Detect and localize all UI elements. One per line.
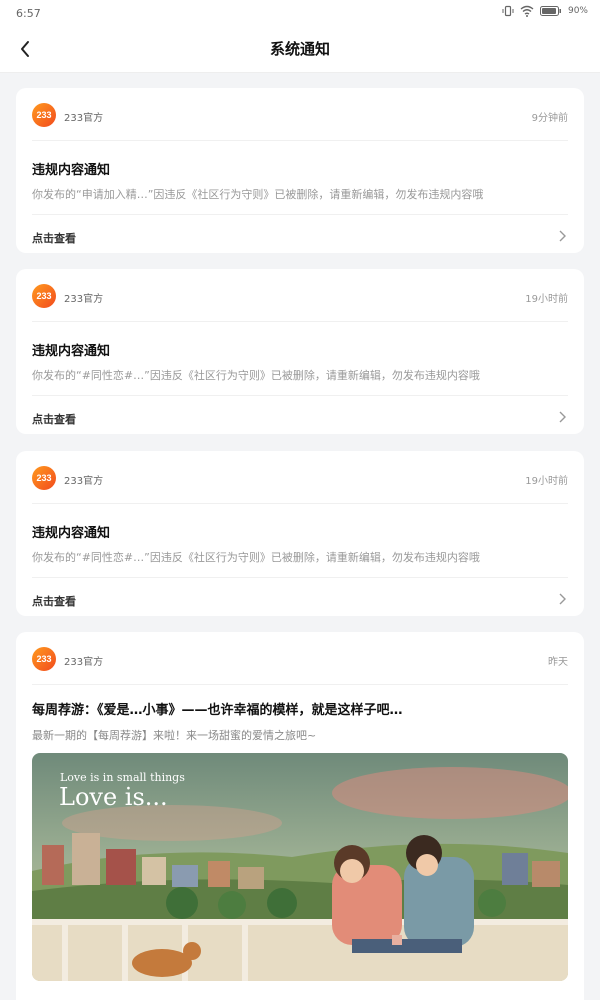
brand-logo: 233	[32, 103, 56, 127]
view-details-label: 点击查看	[32, 595, 76, 608]
notification-body: 你发布的“#同性恋#…”因违反《社区行为守则》已被删除，请重新编辑，勿发布违规内…	[32, 551, 480, 564]
sender-name: 233官方	[64, 657, 104, 668]
sender-name: 233官方	[64, 294, 104, 305]
notification-body: 你发布的“申请加入精…”因违反《社区行为守则》已被删除，请重新编辑，勿发布违规内…	[32, 188, 484, 201]
sender-name: 233官方	[64, 113, 104, 124]
article-title: 每周荐游：《爱是…小事》——也许幸福的模样，就是这样子吧…	[32, 703, 403, 718]
brand-logo: 233	[32, 466, 56, 490]
card-header: 233 233官方 9分钟前	[32, 88, 568, 141]
notification-card: 233 233官方 19小时前 违规内容通知 你发布的“#同性恋#…”因违反《社…	[16, 451, 584, 616]
timestamp: 19小时前	[525, 294, 568, 305]
timestamp: 9分钟前	[531, 113, 568, 124]
timestamp: 19小时前	[525, 476, 568, 487]
wifi-icon	[520, 5, 534, 17]
article-cover-image[interactable]: Love is in small things Love is...	[32, 753, 568, 981]
status-bar: 6:57 90%	[0, 0, 600, 26]
chevron-right-icon	[559, 411, 566, 423]
battery-icon	[539, 5, 562, 17]
notification-card: 233 233官方 19小时前 违规内容通知 你发布的“#同性恋#…”因违反《社…	[16, 269, 584, 434]
battery-level: 90%	[567, 6, 588, 16]
view-details-button[interactable]: 点击查看	[32, 577, 568, 620]
notification-card: 233 233官方 9分钟前 违规内容通知 你发布的“申请加入精…”因违反《社区…	[16, 88, 584, 253]
brand-logo: 233	[32, 284, 56, 308]
status-icons: 90%	[502, 5, 588, 17]
vibrate-icon	[502, 5, 514, 17]
timestamp: 昨天	[548, 657, 568, 668]
notification-body: 你发布的“#同性恋#…”因违反《社区行为守则》已被删除，请重新编辑，勿发布违规内…	[32, 369, 480, 382]
nav-header: 系统通知	[0, 26, 600, 73]
brand-logo: 233	[32, 647, 56, 671]
view-details-button[interactable]: 点击查看	[32, 214, 568, 257]
status-time: 6:57	[16, 7, 41, 20]
page-title: 系统通知	[269, 40, 330, 58]
notification-title: 违规内容通知	[32, 526, 111, 541]
card-header: 233 233官方 19小时前	[32, 451, 568, 504]
chevron-right-icon	[559, 593, 566, 605]
view-details-label: 点击查看	[32, 413, 76, 426]
notification-title: 违规内容通知	[32, 344, 111, 359]
article-card[interactable]: 233 233官方 昨天 每周荐游：《爱是…小事》——也许幸福的模样，就是这样子…	[16, 632, 584, 1000]
notification-title: 违规内容通知	[32, 163, 111, 178]
view-details-button[interactable]: 点击查看	[32, 395, 568, 438]
view-details-label: 点击查看	[32, 232, 76, 245]
article-subtitle: 最新一期的【每周荐游】来啦！来一场甜蜜的爱情之旅吧~	[32, 729, 317, 742]
cover-caption-large: Love is...	[59, 783, 168, 811]
card-header: 233 233官方 19小时前	[32, 269, 568, 322]
chevron-right-icon	[559, 230, 566, 242]
card-header: 233 233官方 昨天	[32, 632, 568, 685]
sender-name: 233官方	[64, 476, 104, 487]
